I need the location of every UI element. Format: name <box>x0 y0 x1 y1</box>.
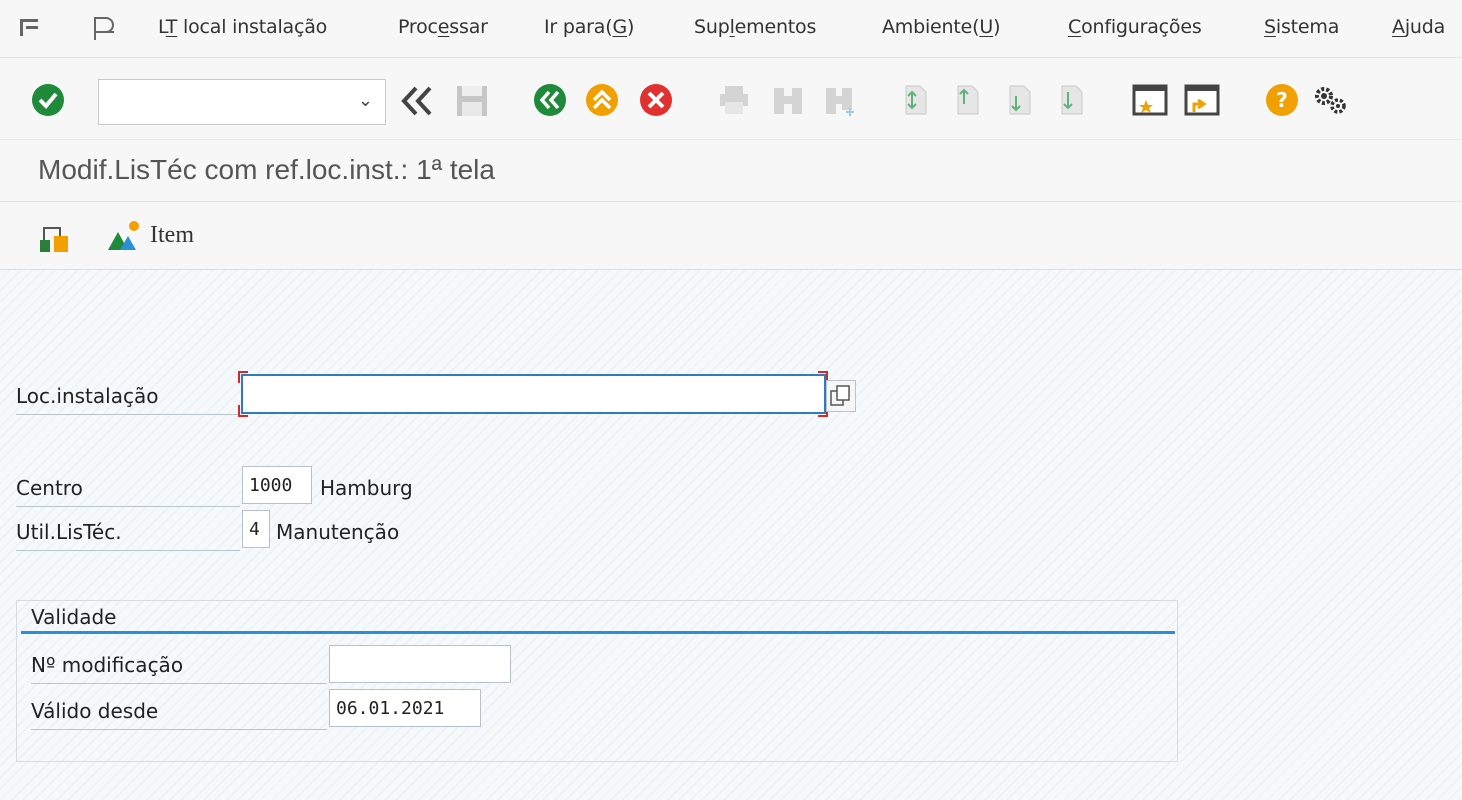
previous-page-icon[interactable] <box>948 82 984 118</box>
more-menus-icon[interactable] <box>92 16 116 40</box>
util-listec-input[interactable]: 4 <box>242 510 270 548</box>
enter-icon[interactable] <box>30 82 66 118</box>
chevron-down-icon[interactable]: ⌄ <box>358 90 373 111</box>
menu-sistema[interactable]: Sistema <box>1264 16 1339 38</box>
shortcut-icon[interactable] <box>1184 82 1220 118</box>
item-icon[interactable] <box>106 218 146 254</box>
value-help-icon[interactable] <box>826 380 856 412</box>
util-listec-description: Manutenção <box>276 520 400 544</box>
help-icon[interactable]: ? <box>1264 82 1300 118</box>
validade-group: Validade Nº modificação Válido desde 06.… <box>16 600 1178 762</box>
next-page-icon[interactable] <box>1000 82 1036 118</box>
menu-ambiente[interactable]: Ambiente(U) <box>882 16 1000 38</box>
menu-processar[interactable]: Processar <box>398 16 488 38</box>
util-listec-label: Util.LisTéc. <box>16 520 240 551</box>
exit-icon[interactable] <box>584 82 620 118</box>
validade-group-title: Validade <box>31 605 117 629</box>
find-next-icon[interactable] <box>822 82 858 118</box>
menu-lt-local-instalacao[interactable]: LT local instalação <box>158 16 327 38</box>
application-toolbar: Item <box>0 202 1462 270</box>
hierarchy-icon[interactable] <box>38 222 72 254</box>
menu-toggle-icon[interactable] <box>18 16 42 40</box>
menu-suplementos[interactable]: Suplementos <box>694 16 816 38</box>
loc-instalacao-input[interactable] <box>241 374 826 414</box>
double-left-icon[interactable] <box>400 84 436 120</box>
loc-instalacao-label: Loc.instalação <box>16 384 240 415</box>
group-divider <box>21 631 1175 634</box>
valido-desde-input[interactable]: 06.01.2021 <box>329 689 481 727</box>
command-field[interactable]: ⌄ <box>98 79 386 125</box>
page-title: Modif.LisTéc com ref.loc.inst.: 1ª tela <box>38 154 495 185</box>
gear-icon[interactable] <box>1312 82 1348 118</box>
n-modificacao-label: Nº modificação <box>31 653 327 684</box>
valido-desde-label: Válido desde <box>31 699 327 730</box>
cancel-icon[interactable] <box>638 82 674 118</box>
title-bar: Modif.LisTéc com ref.loc.inst.: 1ª tela <box>0 140 1462 202</box>
n-modificacao-input[interactable] <box>329 645 511 683</box>
menu-ajuda[interactable]: Ajuda <box>1392 16 1445 38</box>
main-content: Loc.instalação Centro 1000 Hamburg Util.… <box>0 270 1462 800</box>
svg-text:?: ? <box>1276 88 1288 112</box>
menu-ir-para[interactable]: Ir para(G) <box>544 16 634 38</box>
centro-input[interactable]: 1000 <box>242 466 312 504</box>
item-button-label[interactable]: Item <box>150 222 194 249</box>
print-icon[interactable] <box>716 82 752 118</box>
create-session-icon[interactable] <box>1132 82 1168 118</box>
required-marker <box>238 405 248 417</box>
last-page-icon[interactable] <box>1052 82 1088 118</box>
save-icon[interactable] <box>454 84 490 120</box>
standard-toolbar: ⌄ ? <box>0 58 1462 140</box>
centro-description: Hamburg <box>320 476 413 500</box>
find-icon[interactable] <box>770 82 806 118</box>
required-marker <box>238 371 248 383</box>
back-icon[interactable] <box>532 82 568 118</box>
menu-configuracoes[interactable]: Configurações <box>1068 16 1202 38</box>
menu-bar: LT local instalação Processar Ir para(G)… <box>0 0 1462 58</box>
first-page-icon[interactable] <box>896 82 932 118</box>
centro-label: Centro <box>16 476 240 507</box>
